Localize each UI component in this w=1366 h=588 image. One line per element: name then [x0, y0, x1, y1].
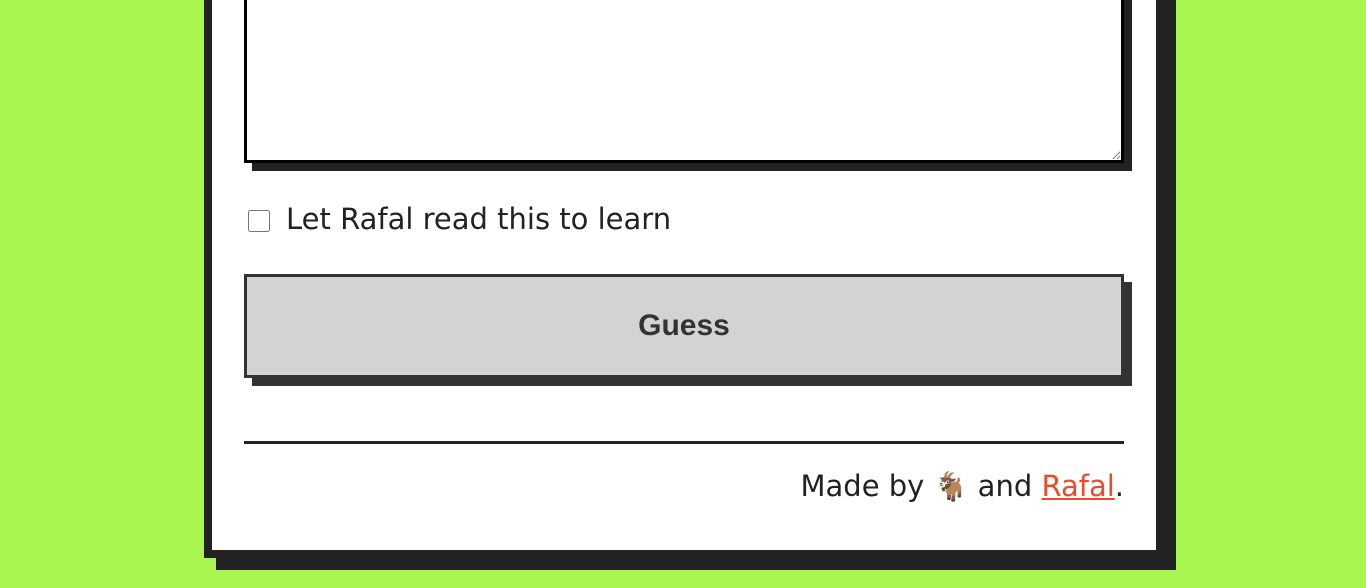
learn-checkbox-label[interactable]: Let Rafal read this to learn [286, 200, 671, 238]
footer-prefix: Made by [800, 469, 925, 503]
divider [244, 441, 1124, 444]
text-input[interactable] [244, 0, 1124, 163]
guess-button[interactable]: Guess [244, 274, 1124, 378]
goat-icon: 🐐 [933, 470, 969, 503]
learn-checkbox[interactable] [248, 210, 270, 232]
footer-credit: Made by 🐐 and Rafal. [801, 466, 1124, 507]
rafal-link[interactable]: Rafal [1041, 469, 1114, 503]
footer-and: and [977, 469, 1033, 503]
footer-suffix: . [1114, 469, 1124, 503]
